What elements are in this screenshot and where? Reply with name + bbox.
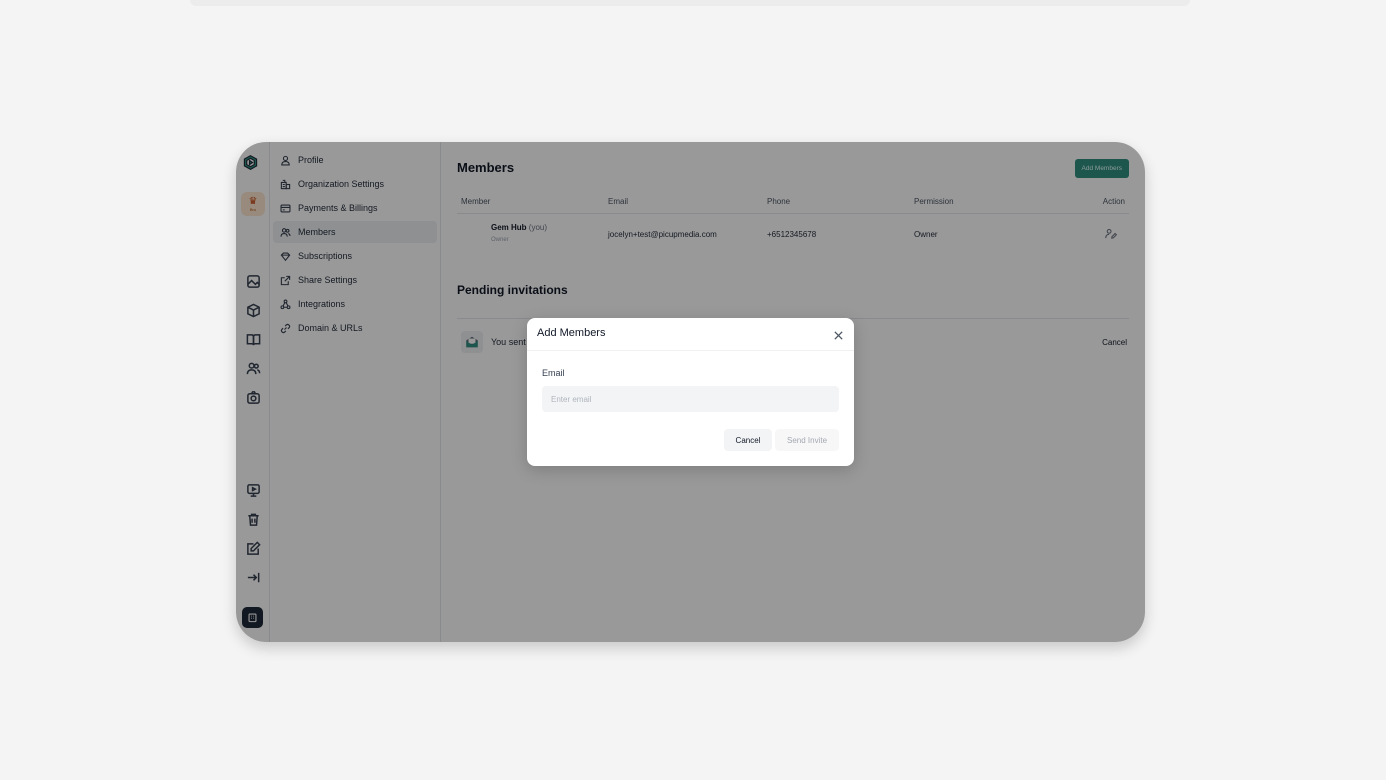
modal-title: Add Members [537,327,606,339]
close-icon[interactable] [833,328,844,340]
add-members-modal: Add Members Email Cancel Send Invite [527,318,854,466]
email-field[interactable] [542,386,839,412]
send-invite-button[interactable]: Send Invite [775,429,839,451]
cancel-button[interactable]: Cancel [724,429,772,451]
top-bar-edge [190,0,1190,6]
modal-header: Add Members [527,318,854,351]
email-label: Email [542,368,565,378]
